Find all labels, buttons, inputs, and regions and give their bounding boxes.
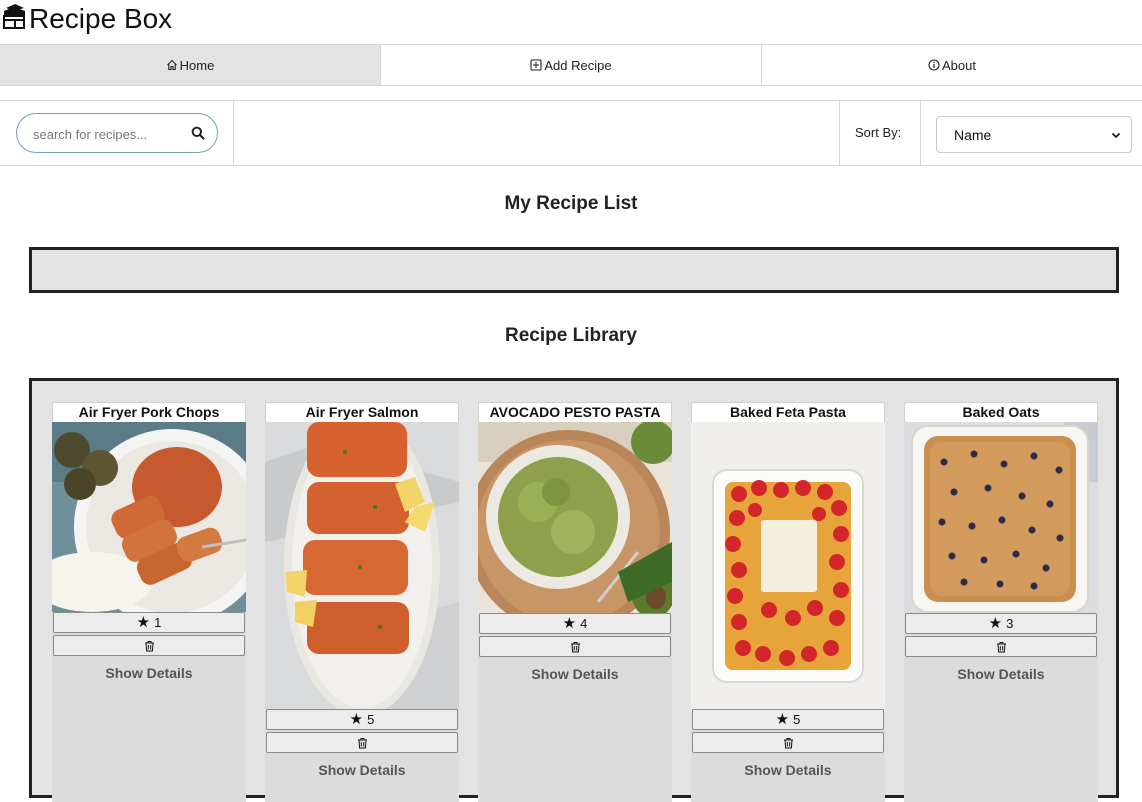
- rating-button[interactable]: ★ 5: [692, 709, 884, 730]
- toolbar: Sort By: Name: [0, 100, 1142, 166]
- recipe-card: Baked Feta Pasta ★ 5 Show Details: [691, 402, 885, 802]
- recipe-card-title: Baked Oats: [904, 402, 1098, 422]
- delete-button[interactable]: [692, 732, 884, 753]
- recipe-image[interactable]: [904, 422, 1098, 613]
- show-details-link[interactable]: Show Details: [691, 762, 885, 778]
- show-details-link[interactable]: Show Details: [478, 666, 672, 682]
- toolbar-divider: [920, 101, 921, 165]
- star-icon: ★: [349, 711, 364, 728]
- recipe-image[interactable]: [691, 422, 885, 709]
- recipe-card-title: AVOCADO PESTO PASTA: [478, 402, 672, 422]
- trash-icon: [783, 737, 793, 748]
- recipe-card: AVOCADO PESTO PASTA ★ 4 Show Details: [478, 402, 672, 802]
- rating-value: 4: [580, 616, 588, 631]
- star-icon: ★: [988, 615, 1003, 632]
- tab-about-label: About: [942, 57, 976, 73]
- trash-icon: [144, 640, 154, 651]
- tab-home[interactable]: Home: [0, 45, 381, 85]
- my-recipe-list-title: My Recipe List: [504, 193, 638, 214]
- trash-icon: [357, 737, 367, 748]
- rating-value: 5: [367, 712, 375, 727]
- recipe-card: Air Fryer Salmon ★ 5 Show Details: [265, 402, 459, 802]
- rating-button[interactable]: ★ 4: [479, 613, 671, 634]
- app-header: Recipe Box: [0, 0, 1142, 44]
- recipe-card-title: Air Fryer Pork Chops: [52, 402, 246, 422]
- show-details-link[interactable]: Show Details: [52, 665, 246, 681]
- sort-select-value: Name: [954, 126, 992, 143]
- my-recipe-list: [29, 247, 1119, 293]
- recipe-card-title: Air Fryer Salmon: [265, 402, 459, 422]
- recipe-card: Baked Oats ★ 3 Show Details: [904, 402, 1098, 802]
- search-input[interactable]: [31, 124, 185, 144]
- sort-label: Sort By:: [855, 125, 902, 140]
- recipe-image[interactable]: [52, 422, 246, 612]
- rating-button[interactable]: ★ 1: [53, 612, 245, 633]
- recipe-card: Air Fryer Pork Chops ★ 1 Show Details: [52, 402, 246, 802]
- home-icon: [166, 59, 177, 71]
- app-title: Recipe Box: [29, 3, 173, 34]
- show-details-link[interactable]: Show Details: [265, 762, 459, 778]
- rating-button[interactable]: ★ 5: [266, 709, 458, 730]
- recipe-image[interactable]: [478, 422, 672, 613]
- rating-value: 3: [1006, 616, 1014, 631]
- delete-button[interactable]: [53, 635, 245, 656]
- rating-button[interactable]: ★ 3: [905, 613, 1097, 634]
- toolbar-divider: [839, 101, 840, 165]
- search-box: [16, 113, 218, 153]
- trash-icon: [996, 641, 1006, 652]
- recipe-image[interactable]: [265, 422, 459, 709]
- recipe-box-logo-icon: [3, 4, 25, 29]
- delete-button[interactable]: [266, 732, 458, 753]
- search-icon[interactable]: [191, 126, 205, 140]
- trash-icon: [570, 641, 580, 652]
- rating-value: 1: [154, 615, 162, 630]
- sort-select[interactable]: Name: [936, 116, 1132, 153]
- star-icon: ★: [775, 711, 790, 728]
- info-circle-icon: [928, 59, 940, 71]
- toolbar-divider: [233, 101, 234, 165]
- recipe-card-title: Baked Feta Pasta: [691, 402, 885, 422]
- delete-button[interactable]: [479, 636, 671, 657]
- tab-about[interactable]: About: [762, 45, 1142, 85]
- chevron-down-icon: [1111, 132, 1121, 138]
- star-icon: ★: [136, 614, 151, 631]
- show-details-link[interactable]: Show Details: [904, 666, 1098, 682]
- tab-home-label: Home: [179, 57, 215, 73]
- tab-add-recipe[interactable]: Add Recipe: [381, 45, 762, 85]
- rating-value: 5: [793, 712, 801, 727]
- delete-button[interactable]: [905, 636, 1097, 657]
- main-nav: Home Add Recipe About: [0, 44, 1142, 86]
- plus-square-icon: [530, 59, 542, 71]
- tab-add-recipe-label: Add Recipe: [544, 57, 612, 73]
- recipe-library-title: Recipe Library: [505, 325, 637, 346]
- star-icon: ★: [562, 615, 577, 632]
